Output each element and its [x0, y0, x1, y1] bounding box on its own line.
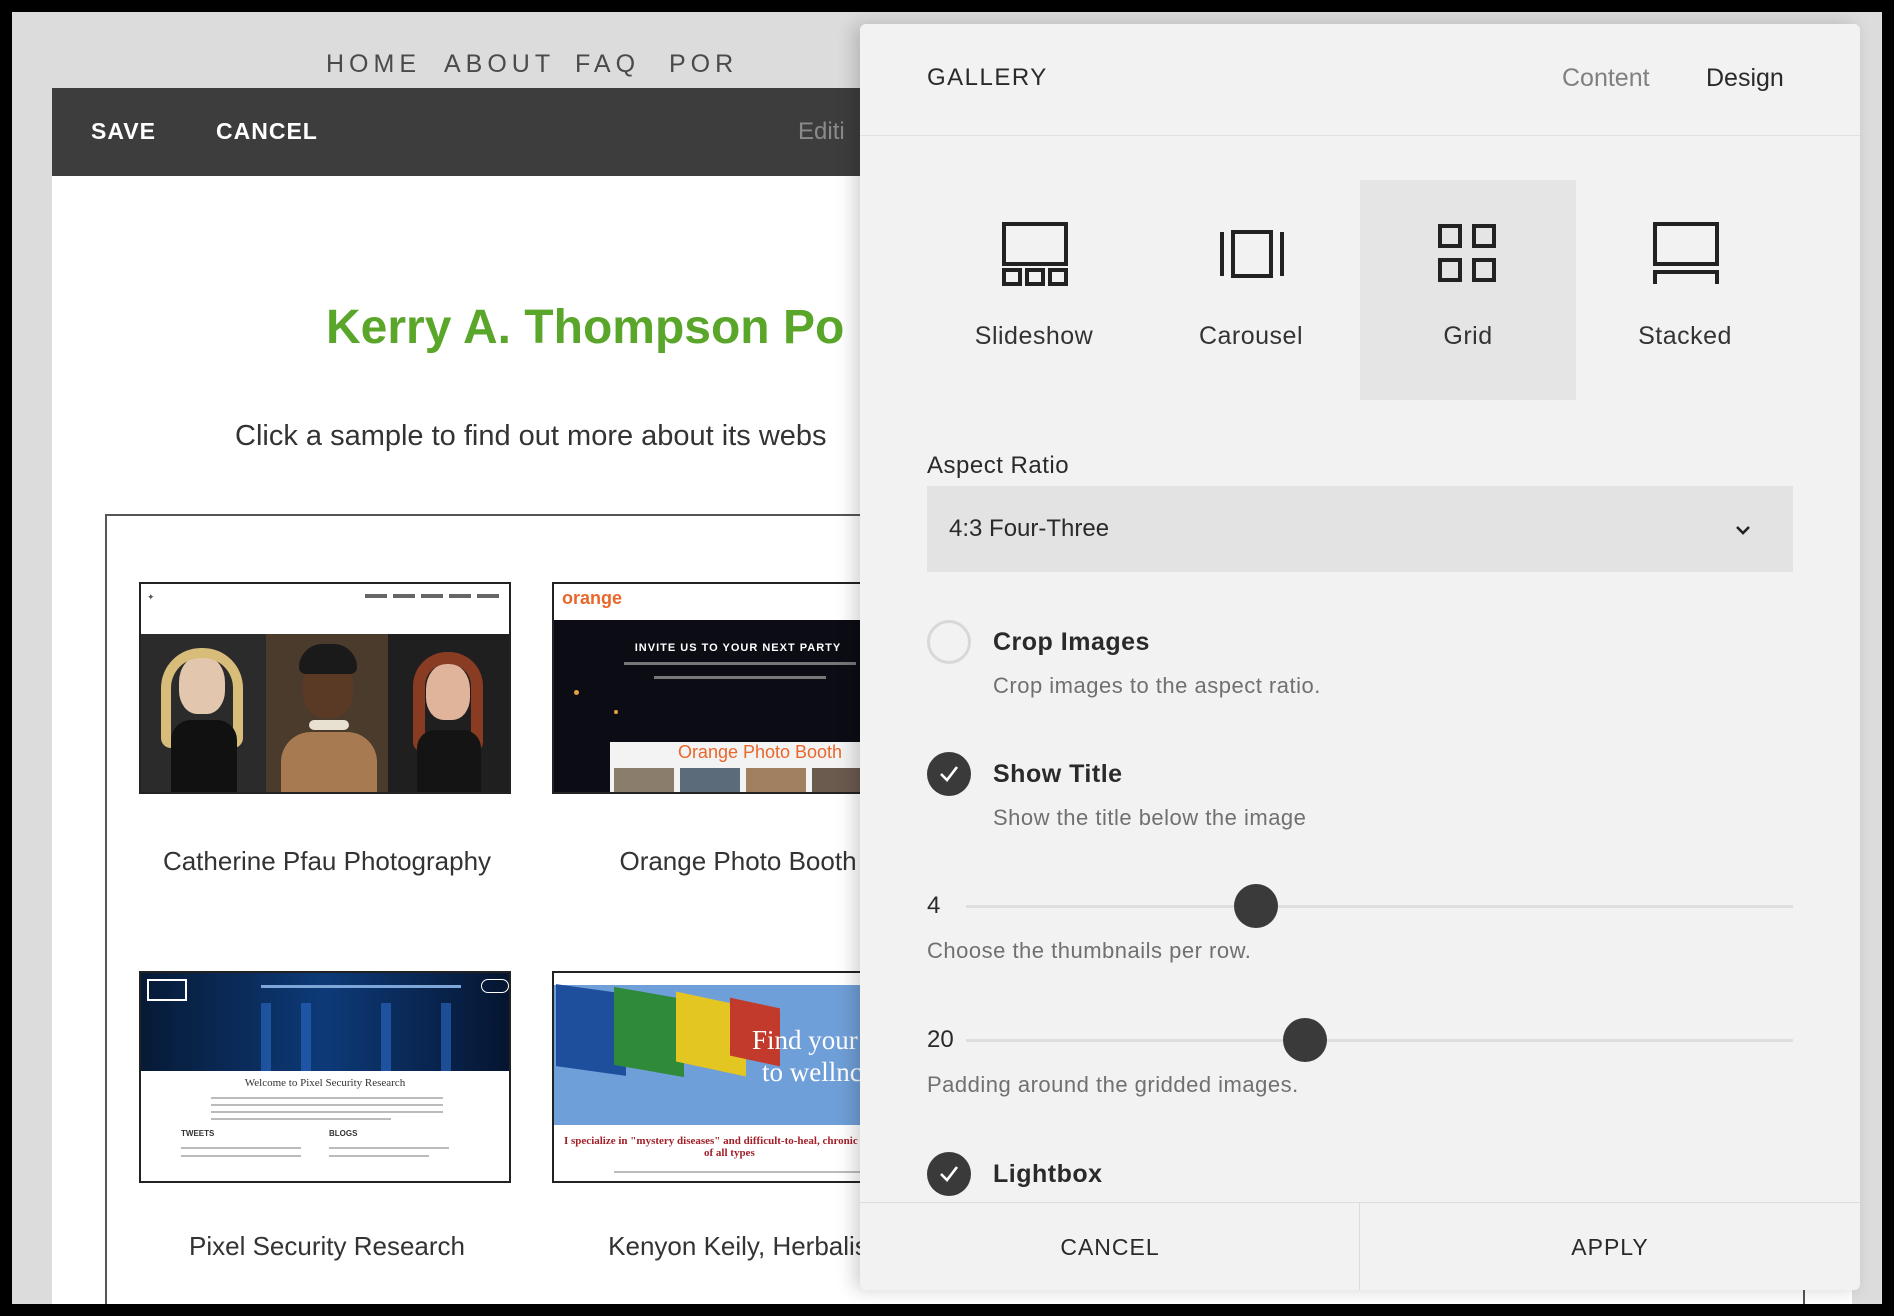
tab-content[interactable]: Content [1562, 64, 1650, 93]
tab-design[interactable]: Design [1706, 64, 1784, 93]
thumbnails-per-row-description: Choose the thumbnails per row. [927, 938, 1252, 963]
carousel-icon [1220, 230, 1284, 278]
nav-about[interactable]: ABOUT [444, 50, 555, 79]
slider-handle[interactable] [1283, 1018, 1327, 1062]
gallery-thumb-pixel[interactable]: Welcome to Pixel Security Research TWEET… [139, 971, 511, 1183]
checkmark-icon [940, 1166, 959, 1182]
gallery-caption[interactable]: Catherine Pfau Photography [117, 846, 537, 877]
save-button[interactable]: SAVE [91, 118, 156, 145]
show-title-label: Show Title [993, 760, 1123, 788]
checkmark-icon [940, 766, 959, 782]
layout-label: Stacked [1638, 322, 1732, 350]
layout-label: Grid [1443, 322, 1493, 350]
cancel-edit-button[interactable]: CANCEL [216, 118, 318, 145]
aspect-ratio-select[interactable]: 4:3 Four-Three [927, 486, 1793, 572]
show-title-description: Show the title below the image [993, 805, 1307, 830]
thumbnails-per-row-slider[interactable] [966, 884, 1793, 928]
gallery-settings-panel: GALLERY Content Design Slideshow Carouse… [860, 24, 1860, 1290]
nav-home[interactable]: HOME [326, 50, 421, 79]
stacked-icon [1653, 222, 1719, 284]
page-title: Kerry A. Thompson Po [326, 301, 845, 354]
aspect-ratio-label: Aspect Ratio [927, 452, 1070, 479]
layout-label: Carousel [1198, 322, 1304, 350]
orange-logo: orange [562, 588, 623, 608]
cancel-button[interactable]: CANCEL [860, 1203, 1360, 1290]
layout-label: Slideshow [974, 322, 1094, 350]
aspect-ratio-value: 4:3 Four-Three [949, 515, 1110, 542]
panel-header: GALLERY Content Design [860, 24, 1860, 136]
layout-option-grid[interactable]: Grid [1360, 180, 1576, 400]
padding-slider[interactable] [966, 1018, 1793, 1062]
lightbox-checkbox[interactable] [927, 1152, 971, 1196]
thumbnails-per-row-value: 4 [927, 892, 941, 919]
apply-button[interactable]: APPLY [1360, 1203, 1860, 1290]
slideshow-icon [1002, 222, 1068, 286]
chevron-down-icon [1736, 526, 1750, 535]
show-title-checkbox[interactable] [927, 752, 971, 796]
crop-images-label: Crop Images [993, 628, 1150, 656]
crop-images-description: Crop images to the aspect ratio. [993, 673, 1321, 698]
gallery-caption[interactable]: Pixel Security Research [117, 1231, 537, 1262]
gallery-thumb-catherine[interactable]: ✦ [139, 582, 511, 794]
crop-images-checkbox[interactable] [927, 620, 971, 664]
layout-option-carousel[interactable]: Carousel [1143, 180, 1359, 400]
slider-handle[interactable] [1234, 884, 1278, 928]
padding-description: Padding around the gridded images. [927, 1072, 1299, 1097]
panel-footer: CANCEL APPLY [860, 1202, 1860, 1290]
thumb-logo: ✦ [147, 592, 155, 602]
grid-icon [1438, 224, 1496, 282]
nav-faq[interactable]: FAQ [575, 50, 640, 79]
nav-portfolio[interactable]: POR [669, 50, 738, 79]
padding-value: 20 [927, 1026, 954, 1053]
layout-option-slideshow[interactable]: Slideshow [926, 180, 1142, 400]
editing-status: Editi [798, 118, 845, 145]
panel-title: GALLERY [927, 64, 1048, 91]
portrait-photo [141, 634, 509, 792]
lightbox-label: Lightbox [993, 1160, 1103, 1188]
layout-option-stacked[interactable]: Stacked [1577, 180, 1793, 400]
page-subtitle: Click a sample to find out more about it… [235, 420, 827, 452]
